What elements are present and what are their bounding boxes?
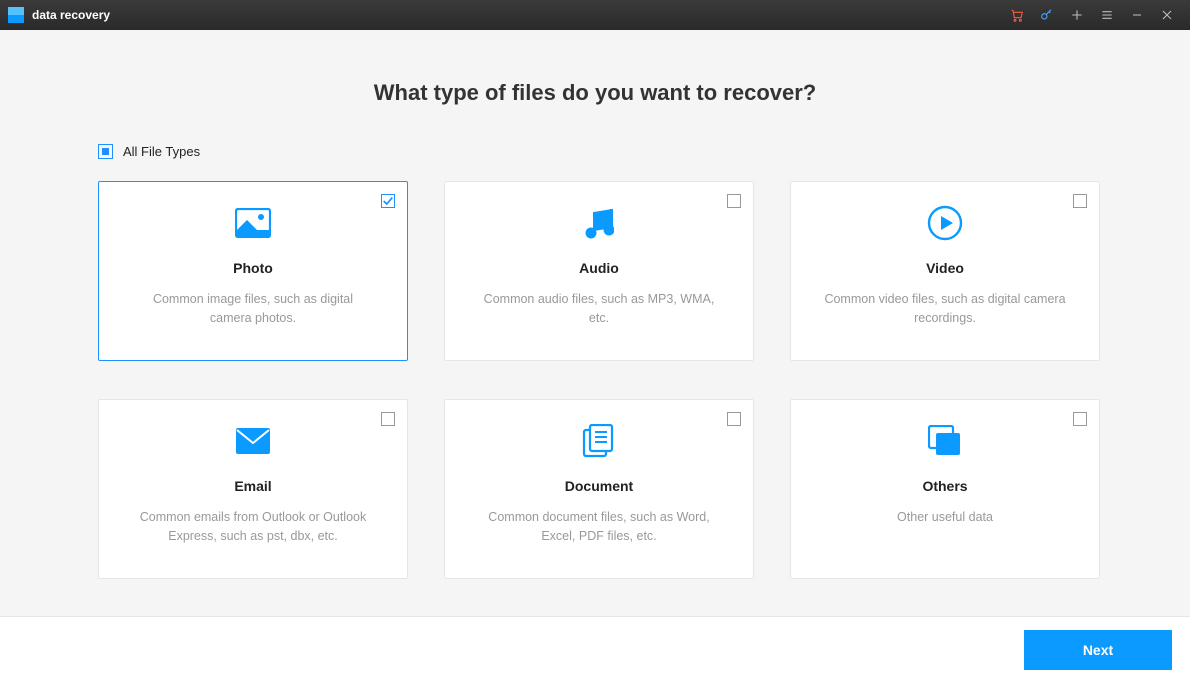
footer-bar: Next bbox=[0, 616, 1190, 682]
card-desc: Common video files, such as digital came… bbox=[813, 290, 1077, 328]
card-checkbox[interactable] bbox=[381, 412, 395, 426]
card-document[interactable]: Document Common document files, such as W… bbox=[444, 399, 754, 579]
key-icon[interactable] bbox=[1032, 0, 1062, 30]
card-title: Audio bbox=[467, 260, 731, 276]
main-content: What type of files do you want to recove… bbox=[0, 30, 1190, 616]
titlebar: data recovery bbox=[0, 0, 1190, 30]
all-file-types-label: All File Types bbox=[123, 144, 200, 159]
card-checkbox[interactable] bbox=[1073, 194, 1087, 208]
card-title: Email bbox=[121, 478, 385, 494]
card-desc: Common emails from Outlook or Outlook Ex… bbox=[121, 508, 385, 546]
card-checkbox[interactable] bbox=[1073, 412, 1087, 426]
card-photo[interactable]: Photo Common image files, such as digital… bbox=[98, 181, 408, 361]
card-checkbox[interactable] bbox=[381, 194, 395, 208]
card-audio[interactable]: Audio Common audio files, such as MP3, WM… bbox=[444, 181, 754, 361]
cart-icon[interactable] bbox=[1002, 0, 1032, 30]
close-icon[interactable] bbox=[1152, 0, 1182, 30]
card-desc: Common audio files, such as MP3, WMA, et… bbox=[467, 290, 731, 328]
minimize-icon[interactable] bbox=[1122, 0, 1152, 30]
document-icon bbox=[467, 420, 731, 462]
card-checkbox[interactable] bbox=[727, 412, 741, 426]
all-file-types-row[interactable]: All File Types bbox=[98, 144, 1092, 159]
app-logo-icon bbox=[8, 7, 24, 23]
app-title: data recovery bbox=[32, 8, 110, 22]
card-title: Photo bbox=[121, 260, 385, 276]
card-checkbox[interactable] bbox=[727, 194, 741, 208]
others-icon bbox=[813, 420, 1077, 462]
all-file-types-checkbox[interactable] bbox=[98, 144, 113, 159]
file-type-grid: Photo Common image files, such as digital… bbox=[98, 181, 1092, 579]
audio-icon bbox=[467, 202, 731, 244]
card-desc: Common image files, such as digital came… bbox=[121, 290, 385, 328]
photo-icon bbox=[121, 202, 385, 244]
card-title: Video bbox=[813, 260, 1077, 276]
card-email[interactable]: Email Common emails from Outlook or Outlo… bbox=[98, 399, 408, 579]
menu-icon[interactable] bbox=[1092, 0, 1122, 30]
card-title: Document bbox=[467, 478, 731, 494]
page-heading: What type of files do you want to recove… bbox=[98, 80, 1092, 106]
plus-icon[interactable] bbox=[1062, 0, 1092, 30]
email-icon bbox=[121, 420, 385, 462]
next-button[interactable]: Next bbox=[1024, 630, 1172, 670]
card-video[interactable]: Video Common video files, such as digital… bbox=[790, 181, 1100, 361]
card-title: Others bbox=[813, 478, 1077, 494]
card-desc: Other useful data bbox=[813, 508, 1077, 527]
card-others[interactable]: Others Other useful data bbox=[790, 399, 1100, 579]
card-desc: Common document files, such as Word, Exc… bbox=[467, 508, 731, 546]
video-icon bbox=[813, 202, 1077, 244]
